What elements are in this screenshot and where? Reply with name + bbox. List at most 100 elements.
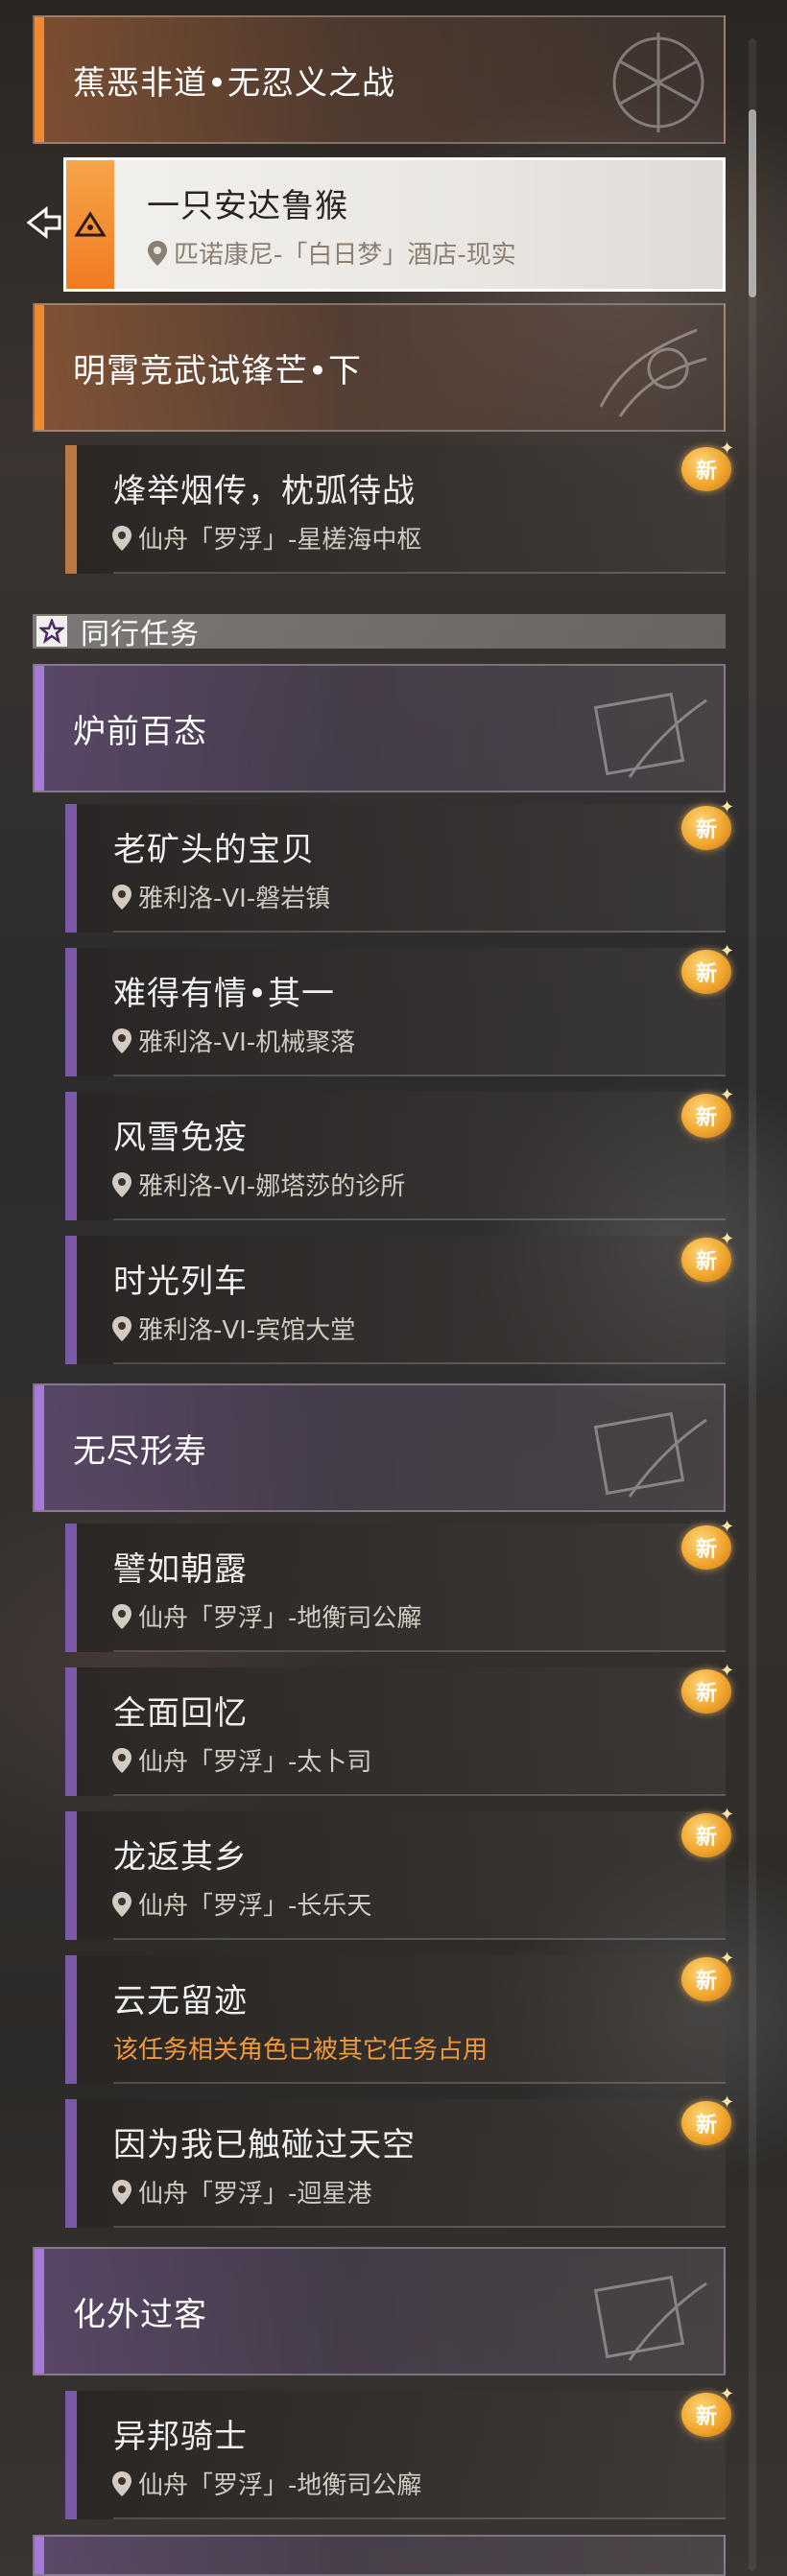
chapter-accent-bar (35, 2537, 44, 2574)
quest-item[interactable]: 异邦骑士 仙舟「罗浮」-地衡司公廨 新 ✦ (65, 2385, 734, 2519)
new-badge-icon: 新 ✦ (680, 2093, 739, 2149)
divider (113, 1794, 726, 1796)
quest-location-text: 仙舟「罗浮」-地衡司公廨 (138, 1604, 422, 1633)
divider (113, 2517, 726, 2519)
location-pin-icon (112, 1891, 131, 1917)
quest-location: 匹诺康尼-「白日梦」酒店-现实 (147, 235, 516, 271)
new-badge-icon: 新 ✦ (680, 1086, 739, 1142)
divider (113, 931, 726, 933)
quest-occupied-warning: 该任务相关角色已被其它任务占用 (113, 2036, 489, 2065)
quest-item-selected[interactable]: 一只安达鲁猴 匹诺康尼-「白日梦」酒店-现实 (63, 157, 726, 292)
sparkle-icon: ✦ (720, 1085, 735, 1105)
location-pin-icon (148, 240, 167, 266)
quest-accent-bar (65, 1092, 77, 1220)
quest-name: 龙返其乡 (113, 1838, 248, 1877)
quest-location: 仙舟「罗浮」-地衡司公廨 (111, 1598, 421, 1634)
chapter-emblem-icon (599, 328, 707, 417)
scrollbar-track[interactable] (749, 38, 756, 2571)
new-badge-icon: 新 ✦ (680, 1806, 739, 1861)
chapter-title: 炉前百态 (73, 712, 207, 751)
quest-item[interactable]: 因为我已触碰过天空 仙舟「罗浮」-迴星港 新 ✦ (65, 2093, 734, 2228)
chapter-accent-bar (35, 1385, 44, 1510)
chapter-title: 无尽形寿 (73, 1431, 207, 1471)
new-badge-icon: 新 ✦ (680, 1950, 739, 2005)
quest-item[interactable]: 龙返其乡 仙舟「罗浮」-长乐天 新 ✦ (65, 1806, 734, 1940)
quill-paper-icon (593, 2275, 707, 2361)
location-pin-icon (112, 2470, 131, 2496)
quest-location: 仙舟「罗浮」-星槎海中枢 (111, 520, 421, 555)
sparkle-icon: ✦ (720, 1949, 735, 1969)
chapter-emblem-icon (612, 33, 704, 132)
sparkle-icon: ✦ (720, 1805, 735, 1825)
quest-item[interactable]: 全面回忆 仙舟「罗浮」-太卜司 新 ✦ (65, 1662, 734, 1796)
divider (113, 1218, 726, 1220)
location-pin-icon (112, 1603, 131, 1629)
quest-name: 譬如朝露 (113, 1550, 248, 1589)
quest-item[interactable]: 老矿头的宝贝 雅利洛-VI-磐岩镇 新 ✦ (65, 798, 734, 933)
new-badge-icon: 新 ✦ (680, 2385, 739, 2441)
chapter-header[interactable]: 炉前百态 (33, 664, 726, 792)
quest-accent-bar (65, 1524, 77, 1652)
quest-item[interactable]: 时光列车 雅利洛-VI-宾馆大堂 新 ✦ (65, 1230, 734, 1364)
chapter-accent-bar (35, 666, 44, 791)
quest-accent-bar (65, 1811, 77, 1940)
quest-list: 蕉恶非道•无忍义之战 一只安达鲁猴 匹诺康尼-「白日梦」酒店-现实 明霄竞武试锋… (0, 0, 787, 2576)
sparkle-icon: ✦ (720, 797, 735, 817)
quest-location-text: 雅利洛-VI-磐岩镇 (138, 885, 331, 913)
sparkle-icon: ✦ (720, 2092, 735, 2113)
quest-location-text: 雅利洛-VI-宾馆大堂 (138, 1316, 356, 1345)
divider (113, 1075, 726, 1076)
quest-location-text: 仙舟「罗浮」-迴星港 (138, 2180, 372, 2209)
quest-item[interactable]: 难得有情•其一 雅利洛-VI-机械聚落 新 ✦ (65, 942, 734, 1076)
sparkle-icon: ✦ (720, 2384, 735, 2404)
quest-item[interactable]: 烽举烟传，枕弧待战 仙舟「罗浮」-星槎海中枢 新 ✦ (65, 439, 734, 574)
arrow-pointer-icon (26, 205, 61, 240)
scrollbar-thumb[interactable] (749, 109, 756, 297)
quest-accent-bar (65, 2391, 77, 2519)
section-header: 同行任务 (33, 614, 726, 651)
new-badge-icon: 新 ✦ (680, 1518, 739, 1573)
sparkle-icon: ✦ (720, 941, 735, 961)
quest-name: 全面回忆 (113, 1694, 248, 1733)
quest-accent-bar (65, 1955, 77, 2084)
quest-location: 仙舟「罗浮」-长乐天 (111, 1886, 371, 1922)
quest-name: 风雪免疫 (113, 1119, 248, 1157)
quest-location: 雅利洛-VI-机械聚落 (111, 1023, 355, 1058)
quest-location: 仙舟「罗浮」-地衡司公廨 (111, 2466, 421, 2501)
quest-location-text: 匹诺康尼-「白日梦」酒店-现实 (174, 241, 516, 270)
chapter-header[interactable] (33, 2535, 726, 2576)
quest-name: 因为我已触碰过天空 (113, 2126, 416, 2164)
divider (113, 1938, 726, 1940)
location-pin-icon (112, 1028, 131, 1053)
chapter-header[interactable]: 蕉恶非道•无忍义之战 (33, 15, 726, 144)
chapter-accent-bar (35, 2249, 44, 2374)
location-pin-icon (112, 2179, 131, 2205)
section-title: 同行任务 (81, 618, 200, 651)
divider (113, 1362, 726, 1364)
sparkle-icon: ✦ (720, 1517, 735, 1537)
quest-accent-bar (65, 1667, 77, 1796)
location-pin-icon (112, 884, 131, 910)
sparkle-icon: ✦ (720, 438, 735, 459)
sparkle-icon: ✦ (720, 1661, 735, 1681)
chapter-header[interactable]: 化外过客 (33, 2247, 726, 2375)
quest-item[interactable]: 譬如朝露 仙舟「罗浮」-地衡司公廨 新 ✦ (65, 1518, 734, 1652)
divider (113, 1650, 726, 1652)
quest-location-text: 雅利洛-VI-娜塔莎的诊所 (138, 1172, 406, 1201)
chapter-header[interactable]: 明霄竞武试锋芒•下 (33, 303, 726, 432)
quest-name: 云无留迹 (113, 1982, 248, 2021)
chapter-accent-bar (35, 305, 44, 430)
new-badge-icon: 新 ✦ (680, 439, 739, 495)
divider (113, 572, 726, 574)
new-badge-icon: 新 ✦ (680, 798, 739, 854)
quest-item[interactable]: 风雪免疫 雅利洛-VI-娜塔莎的诊所 新 ✦ (65, 1086, 734, 1220)
chapter-header[interactable]: 无尽形寿 (33, 1383, 726, 1512)
quest-name: 难得有情•其一 (113, 975, 336, 1013)
quest-item[interactable]: 云无留迹 该任务相关角色已被其它任务占用 新 ✦ (65, 1950, 734, 2084)
chapter-title: 蕉恶非道•无忍义之战 (73, 63, 396, 103)
location-pin-icon (112, 1171, 131, 1197)
quest-name: 一只安达鲁猴 (147, 187, 348, 225)
quest-accent-bar (65, 2099, 77, 2228)
quest-location: 雅利洛-VI-磐岩镇 (111, 879, 330, 914)
new-badge-icon: 新 ✦ (680, 1662, 739, 1717)
